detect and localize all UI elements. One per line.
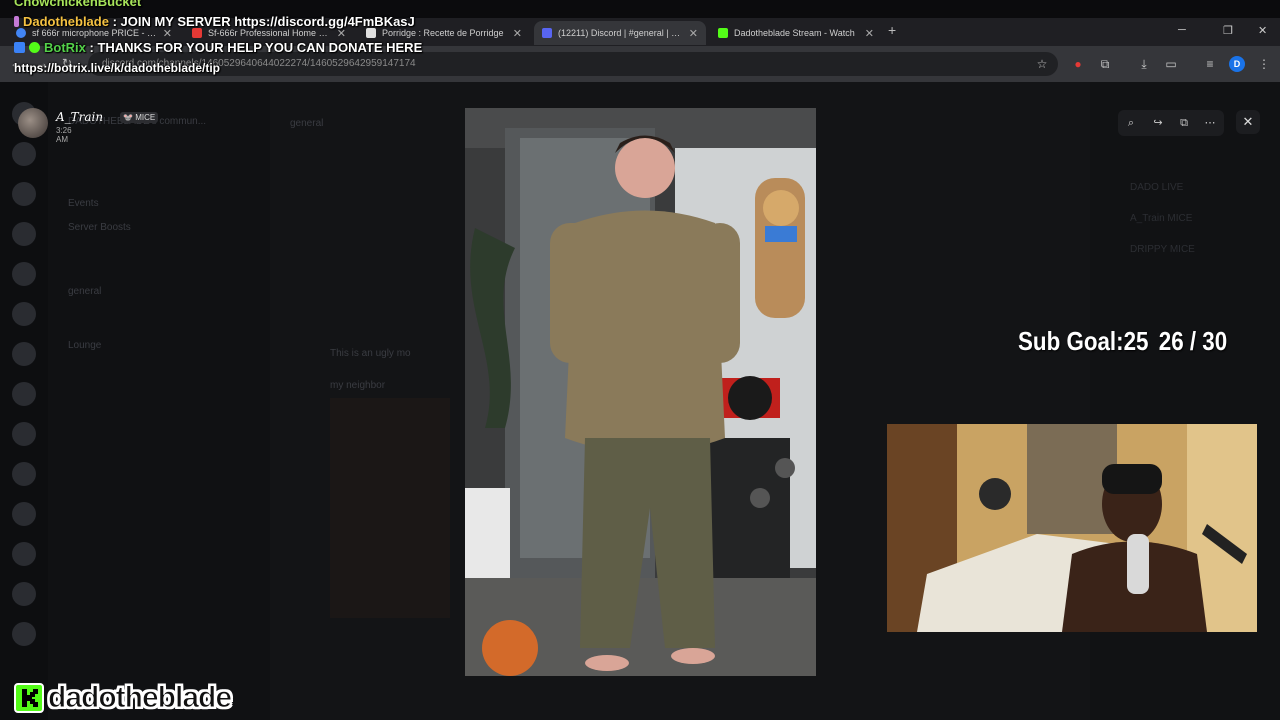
extension-icon[interactable]: ● <box>1070 56 1086 72</box>
chat-message: : JOIN MY SERVER https://discord.gg/4FmB… <box>108 14 415 29</box>
channel-item[interactable]: general <box>68 286 101 297</box>
server-icon[interactable] <box>12 542 36 566</box>
reading-list-icon[interactable]: ≡ <box>1202 56 1218 72</box>
chat-message: https://botrix.live/k/dadotheblade/tip <box>14 61 221 75</box>
server-icon[interactable] <box>12 302 36 326</box>
server-icon[interactable] <box>12 502 36 526</box>
bookmark-star-icon[interactable]: ☆ <box>1034 56 1050 72</box>
tab-favicon-icon <box>366 28 376 38</box>
maximize-icon[interactable]: ❐ <box>1223 24 1233 37</box>
streamer-name: dadotheblade <box>47 681 232 715</box>
more-options-icon[interactable]: ⋯ <box>1202 115 1218 131</box>
server-icon[interactable] <box>12 462 36 486</box>
chat-line: BotRix : THANKS FOR YOUR HELP YOU CAN DO… <box>14 40 422 55</box>
timestamp: 3:26 AM <box>56 126 72 144</box>
sub-goal-overlay: Sub Goal:25 26 / 30 <box>1018 326 1227 357</box>
tab-label: Porridge : Recette de Porridge <box>382 28 504 38</box>
screen: DADOTHEBLADE's commun... Events Server B… <box>0 0 1280 720</box>
chat-username: Dadotheblade <box>23 14 109 29</box>
zoom-icon[interactable]: ⌕ <box>1123 115 1139 131</box>
address-bar[interactable]: discord.com/channels/1460529640644022274… <box>88 52 1058 76</box>
server-icon[interactable] <box>12 182 36 206</box>
tab-label: Dadotheblade Stream - Watch <box>734 28 855 38</box>
chat-line: https://botrix.live/k/dadotheblade/tip <box>14 61 220 75</box>
chat-message: : THANKS FOR YOUR HELP YOU CAN DONATE HE… <box>85 40 423 55</box>
tab-label: sf 666r microphone PRICE - Rec <box>32 28 157 38</box>
server-icon[interactable] <box>12 622 36 646</box>
role-tag-label: MICE <box>135 113 156 122</box>
member-item[interactable]: DRIPPY MICE <box>1130 244 1195 255</box>
server-icon[interactable] <box>12 382 36 406</box>
member-item[interactable]: A_Train MICE <box>1130 213 1192 224</box>
close-tab-icon[interactable]: ✕ <box>689 27 698 40</box>
close-tab-icon[interactable]: ✕ <box>865 27 874 40</box>
webcam-feed <box>887 424 1257 632</box>
minimize-icon[interactable]: ─ <box>1178 24 1186 36</box>
media-icon[interactable]: ▭ <box>1163 56 1179 72</box>
server-icon[interactable] <box>12 342 36 366</box>
tab-label: (12211) Discord | #general | DA <box>558 28 683 38</box>
new-tab-icon[interactable]: + <box>888 22 896 38</box>
author-name[interactable]: A_Train <box>56 110 103 124</box>
server-icon[interactable] <box>12 582 36 606</box>
tab-label: Sf-666r Professional Home Stu <box>208 28 331 38</box>
open-external-icon[interactable]: ⧉ <box>1176 115 1192 131</box>
streamer-badge: dadotheblade <box>14 680 233 716</box>
tab-favicon-icon <box>542 28 552 38</box>
bot-badge-icon <box>14 42 25 53</box>
chat-username: ChowchickenBucket <box>14 0 142 9</box>
window-close-icon[interactable]: ✕ <box>1258 24 1267 37</box>
avatar[interactable] <box>18 108 48 138</box>
channel-header: general <box>290 118 324 129</box>
chat-badge-icon <box>14 16 19 27</box>
chat-line: ChowchickenBucket <box>14 0 141 9</box>
menu-kebab-icon[interactable]: ⋮ <box>1256 56 1272 72</box>
server-list <box>0 82 48 720</box>
verified-badge-icon <box>29 42 40 53</box>
server-icon[interactable] <box>12 142 36 166</box>
download-icon[interactable]: ⤓ <box>1136 56 1152 72</box>
close-tab-icon[interactable]: ✕ <box>513 27 522 40</box>
image-toolbar: ⌕ ↪ ⧉ ⋯ <box>1118 110 1224 136</box>
tab-favicon-icon <box>192 28 202 38</box>
sub-goal-label: Sub Goal:25 <box>1018 326 1149 356</box>
channel-item[interactable]: Server Boosts <box>68 222 131 233</box>
kick-logo-icon <box>14 683 44 713</box>
browser-tab[interactable]: Dadotheblade Stream - Watch ✕ <box>710 21 882 45</box>
server-icon[interactable] <box>12 262 36 286</box>
chat-line: Dadotheblade : JOIN MY SERVER https://di… <box>14 14 415 29</box>
forward-share-icon[interactable]: ↪ <box>1150 115 1166 131</box>
room-photo <box>465 108 816 676</box>
channel-item[interactable]: Events <box>68 198 99 209</box>
sub-goal-progress: 26 / 30 <box>1158 326 1228 356</box>
tab-favicon-icon <box>16 28 26 38</box>
browser-tab-active[interactable]: (12211) Discord | #general | DA ✕ <box>534 21 706 45</box>
message-image[interactable] <box>330 398 450 618</box>
webcam-image <box>887 424 1257 632</box>
message-text: This is an ugly mo <box>330 348 411 359</box>
tab-favicon-icon <box>718 28 728 38</box>
server-icon[interactable] <box>12 422 36 446</box>
extensions-puzzle-icon[interactable]: ⧉ <box>1097 56 1113 72</box>
lightbox-image[interactable] <box>465 108 816 676</box>
member-item[interactable]: DADO LIVE <box>1130 182 1183 193</box>
role-tag: 🐭 MICE <box>120 112 159 123</box>
chat-username: BotRix <box>44 40 86 55</box>
channel-item[interactable]: Lounge <box>68 340 101 351</box>
channel-sidebar: DADOTHEBLADE's commun... Events Server B… <box>48 82 270 720</box>
close-icon[interactable]: ✕ <box>1236 110 1260 134</box>
server-icon[interactable] <box>12 222 36 246</box>
message-author[interactable]: my neighbor <box>330 380 385 391</box>
profile-avatar[interactable]: D <box>1229 56 1245 72</box>
